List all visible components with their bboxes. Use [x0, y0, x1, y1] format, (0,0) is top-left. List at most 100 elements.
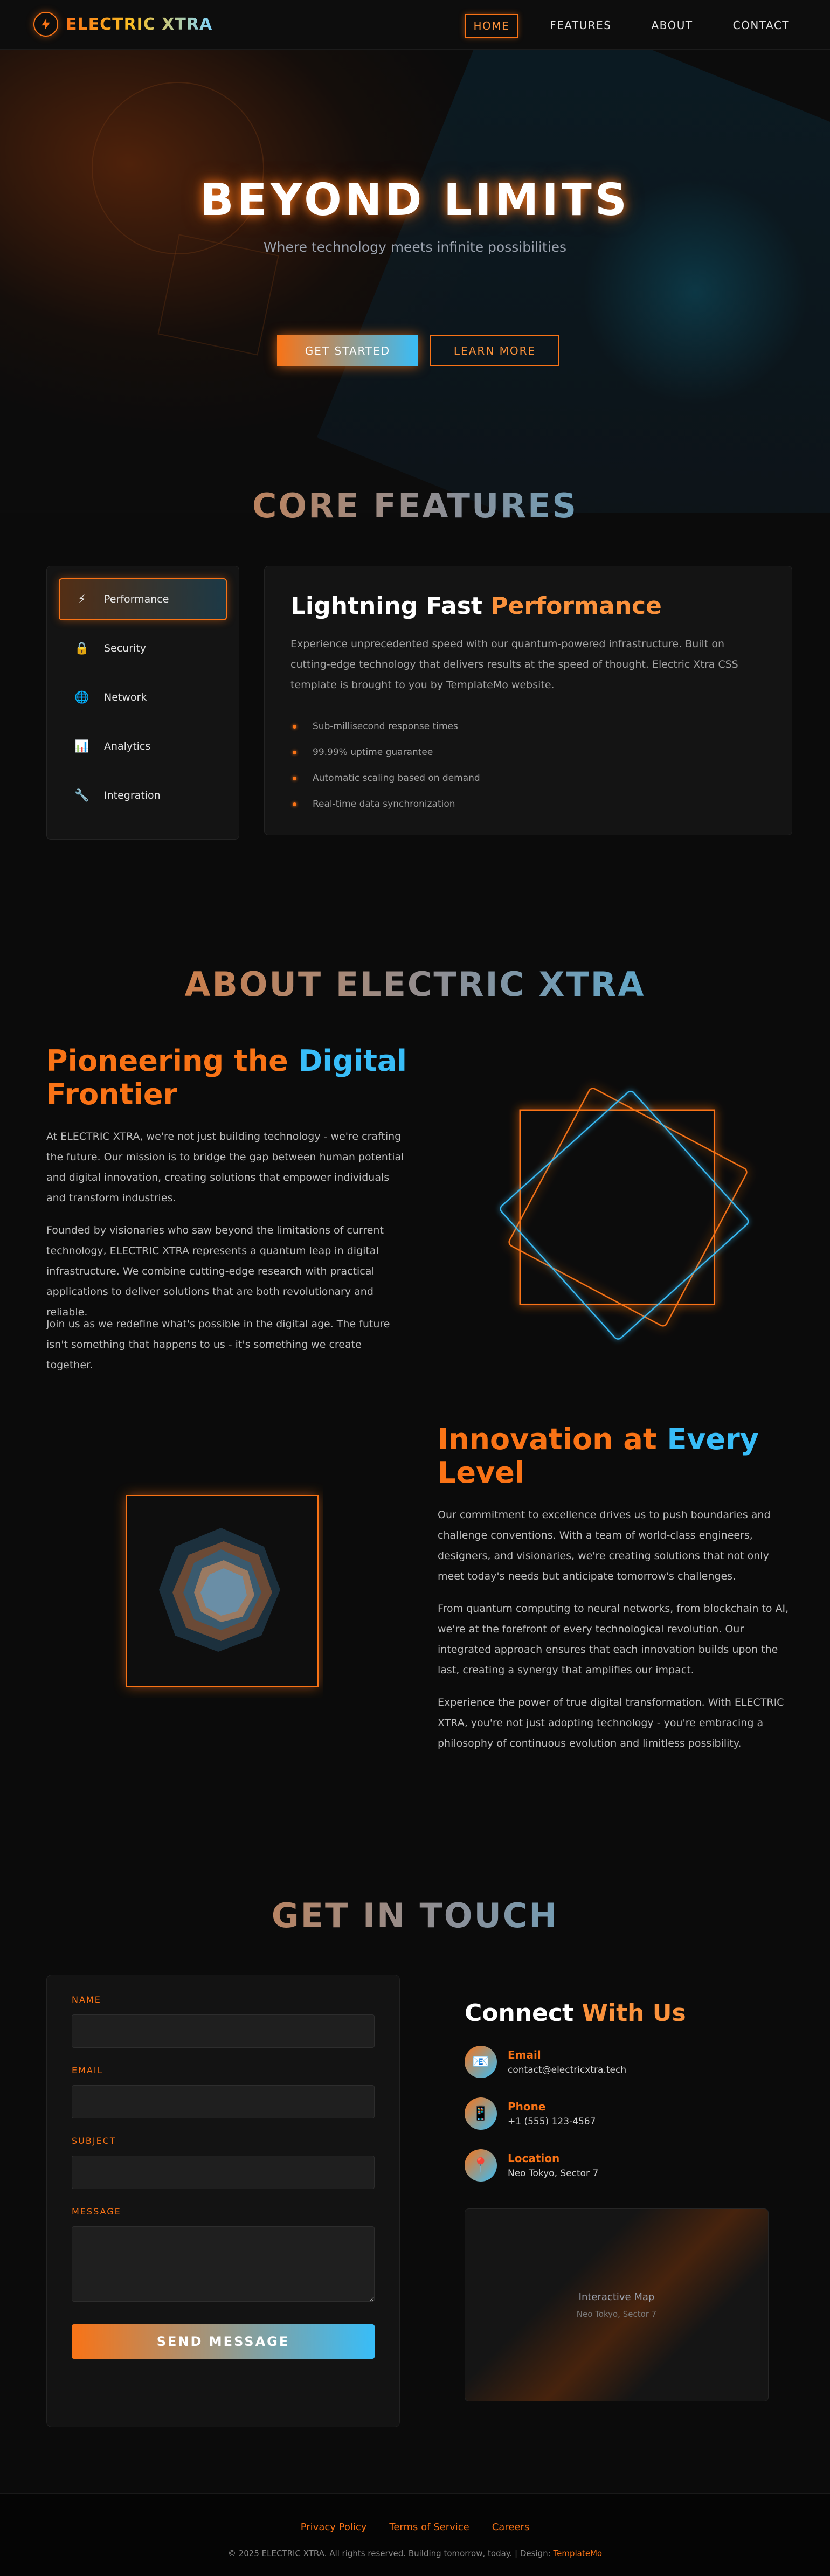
heading-part: Pioneering the: [46, 1044, 299, 1078]
contact-item-value[interactable]: +1 (555) 123-4567: [508, 2116, 596, 2127]
message-label: MESSAGE: [72, 2206, 121, 2217]
message-textarea[interactable]: [72, 2226, 375, 2302]
terms-of-service-link[interactable]: Terms of Service: [389, 2522, 469, 2533]
tab-network[interactable]: 🌐 Network: [59, 676, 227, 718]
layered-polygon-graphic: [126, 1495, 319, 1687]
heading-part: Digital: [298, 1044, 407, 1078]
rotating-squares-graphic: [500, 1088, 749, 1340]
about-heading-2: Innovation at Every Level: [438, 1423, 804, 1490]
connect-heading-accent: With Us: [582, 1999, 686, 2027]
interactive-map[interactable]: Interactive Map Neo Tokyo, Sector 7: [465, 2208, 769, 2401]
send-message-button[interactable]: SEND MESSAGE: [72, 2324, 375, 2359]
connect-heading: Connect With Us: [465, 1999, 686, 2027]
location-pin-icon: 📍: [465, 2149, 497, 2182]
design-credit-link[interactable]: TemplateMo: [554, 2549, 603, 2558]
contact-item-value[interactable]: contact@electricxtra.tech: [508, 2065, 626, 2075]
feature-title-accent: Performance: [490, 592, 662, 620]
hero-section: BEYOND LIMITS Where technology meets inf…: [0, 50, 830, 513]
heading-part: Every: [667, 1422, 759, 1456]
contact-item-label: Email: [508, 2048, 541, 2061]
logo-text: ELECTRIC XTRA: [66, 15, 213, 34]
name-label: NAME: [72, 1995, 101, 2005]
nav-contact-link[interactable]: CONTACT: [725, 14, 798, 38]
bullet-dot-icon: [293, 776, 296, 780]
contact-email-item: 📧 Email contact@electricxtra.tech: [465, 2046, 626, 2078]
about-paragraph: Join us as we redefine what's possible i…: [46, 1318, 390, 1371]
contact-item-value: Neo Tokyo, Sector 7: [508, 2168, 599, 2179]
about-section-title: ABOUT ELECTRIC XTRA: [0, 965, 830, 1004]
bullet-text: 99.99% uptime guarantee: [313, 747, 433, 758]
lightning-icon: ⚡: [78, 592, 86, 606]
bullet-text: Sub-millisecond response times: [313, 721, 458, 732]
chart-icon: 📊: [74, 739, 89, 753]
subject-input[interactable]: [72, 2156, 375, 2189]
careers-link[interactable]: Careers: [492, 2522, 530, 2533]
feature-tab-list: ⚡ Performance 🔒 Security 🌐 Network 📊 Ana…: [46, 566, 239, 840]
heading-part: Frontier: [46, 1077, 178, 1111]
hero-subtitle: Where technology meets infinite possibil…: [263, 239, 567, 255]
connect-heading-main: Connect: [465, 1999, 582, 2027]
nav-about-link[interactable]: ABOUT: [644, 14, 701, 38]
globe-icon: 🌐: [74, 690, 89, 704]
bullet-dot-icon: [293, 802, 296, 806]
feature-bullets: Sub-millisecond response times 99.99% up…: [290, 714, 766, 817]
logo[interactable]: ELECTRIC XTRA: [33, 12, 212, 37]
top-navbar: ELECTRIC XTRA HOME FEATURES ABOUT CONTAC…: [0, 0, 830, 50]
subject-label: SUBJECT: [72, 2136, 116, 2146]
phone-icon: 📱: [465, 2097, 497, 2130]
hero-circle-outline: [92, 82, 264, 254]
contact-form: NAME EMAIL SUBJECT MESSAGE SEND MESSAGE: [46, 1975, 400, 2427]
name-input[interactable]: [72, 2014, 375, 2048]
nav-features-link[interactable]: FEATURES: [542, 14, 619, 38]
privacy-policy-link[interactable]: Privacy Policy: [301, 2522, 367, 2533]
main-menu: HOME FEATURES ABOUT CONTACT: [465, 14, 798, 38]
map-title: Interactive Map: [578, 2291, 655, 2303]
lightning-logo-icon: [33, 12, 58, 37]
copyright-text: © 2025 ELECTRIC XTRA. All rights reserve…: [0, 2549, 830, 2558]
feature-title: Lightning Fast Performance: [290, 592, 766, 620]
footer: Privacy Policy Terms of Service Careers …: [0, 2493, 830, 2576]
tab-security[interactable]: 🔒 Security: [59, 627, 227, 669]
about-paragraph: Experience the power of true digital tra…: [438, 1696, 784, 1749]
about-paragraph: At ELECTRIC XTRA, we're not just buildin…: [46, 1131, 404, 1204]
list-item: Real-time data synchronization: [290, 791, 766, 817]
tab-performance[interactable]: ⚡ Performance: [59, 578, 227, 620]
about-paragraph: From quantum computing to neural network…: [438, 1603, 789, 1676]
tab-integration[interactable]: 🔧 Integration: [59, 774, 227, 816]
tab-label: Performance: [104, 593, 169, 605]
about-heading-1: Pioneering the Digital Frontier: [46, 1044, 424, 1111]
hero-buttons: GET STARTED LEARN MORE: [277, 335, 559, 366]
contact-item-label: Location: [508, 2152, 560, 2165]
bullet-text: Real-time data synchronization: [313, 799, 455, 809]
bullet-text: Automatic scaling based on demand: [313, 773, 480, 784]
bullet-dot-icon: [293, 750, 296, 754]
feature-description: Experience unprecedented speed with our …: [290, 638, 738, 691]
feature-title-main: Lightning Fast: [290, 592, 491, 620]
email-input[interactable]: [72, 2085, 375, 2118]
nav-home-link[interactable]: HOME: [465, 14, 518, 38]
contact-location-item: 📍 Location Neo Tokyo, Sector 7: [465, 2149, 598, 2182]
footer-links: Privacy Policy Terms of Service Careers: [0, 2522, 830, 2533]
get-started-button[interactable]: GET STARTED: [277, 335, 418, 366]
wrench-icon: 🔧: [74, 788, 89, 802]
heading-part: Innovation at: [438, 1422, 667, 1456]
email-label: EMAIL: [72, 2065, 103, 2075]
feature-detail-panel: Lightning Fast Performance Experience un…: [264, 566, 792, 835]
list-item: 99.99% uptime guarantee: [290, 739, 766, 765]
copyright-main: © 2025 ELECTRIC XTRA. All rights reserve…: [227, 2549, 554, 2558]
heading-part: Level: [438, 1456, 525, 1490]
tab-label: Network: [104, 691, 147, 703]
map-subtitle: Neo Tokyo, Sector 7: [576, 2309, 657, 2319]
list-item: Sub-millisecond response times: [290, 714, 766, 739]
features-section-title: CORE FEATURES: [0, 486, 830, 525]
about-paragraph: Founded by visionaries who saw beyond th…: [46, 1224, 384, 1318]
about-paragraph: Our commitment to excellence drives us t…: [438, 1509, 771, 1582]
learn-more-button[interactable]: LEARN MORE: [430, 335, 559, 366]
contact-section-title: GET IN TOUCH: [0, 1896, 830, 1935]
tab-analytics[interactable]: 📊 Analytics: [59, 725, 227, 767]
list-item: Automatic scaling based on demand: [290, 765, 766, 791]
lock-icon: 🔒: [74, 641, 89, 655]
email-icon: 📧: [465, 2046, 497, 2078]
tab-label: Integration: [104, 790, 161, 801]
contact-phone-item: 📱 Phone +1 (555) 123-4567: [465, 2097, 596, 2130]
